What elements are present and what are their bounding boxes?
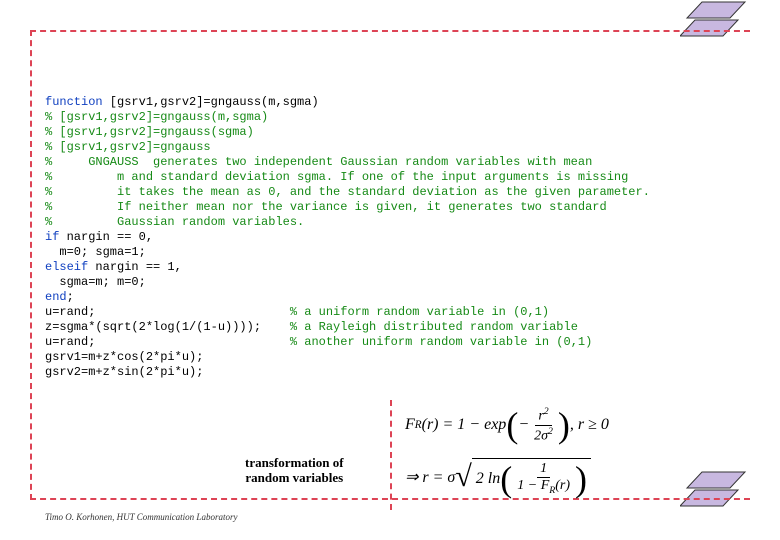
transformation-caption: transformation of random variables <box>245 455 344 485</box>
keyword-if: if <box>45 230 59 244</box>
equation-cdf: FR(r) = 1 − exp (−r22σ2) , r ≥ 0 <box>405 405 609 445</box>
keyword-end: end <box>45 290 67 304</box>
vertical-divider <box>390 400 392 510</box>
footer-credit: Timo O. Korhonen, HUT Communication Labo… <box>45 512 237 522</box>
math-equations: FR(r) = 1 − exp (−r22σ2) , r ≥ 0 ⇒ r = σ… <box>405 405 609 509</box>
decoration-bottom <box>680 470 750 520</box>
keyword-elseif: elseif <box>45 260 88 274</box>
equation-inverse: ⇒ r = σ √2 ln(11 − FR(r)) <box>405 457 609 497</box>
keyword-function: function <box>45 95 103 109</box>
decoration-top <box>680 0 750 50</box>
code-listing: function [gsrv1,gsrv2]=gngauss(m,sgma) %… <box>45 95 650 380</box>
